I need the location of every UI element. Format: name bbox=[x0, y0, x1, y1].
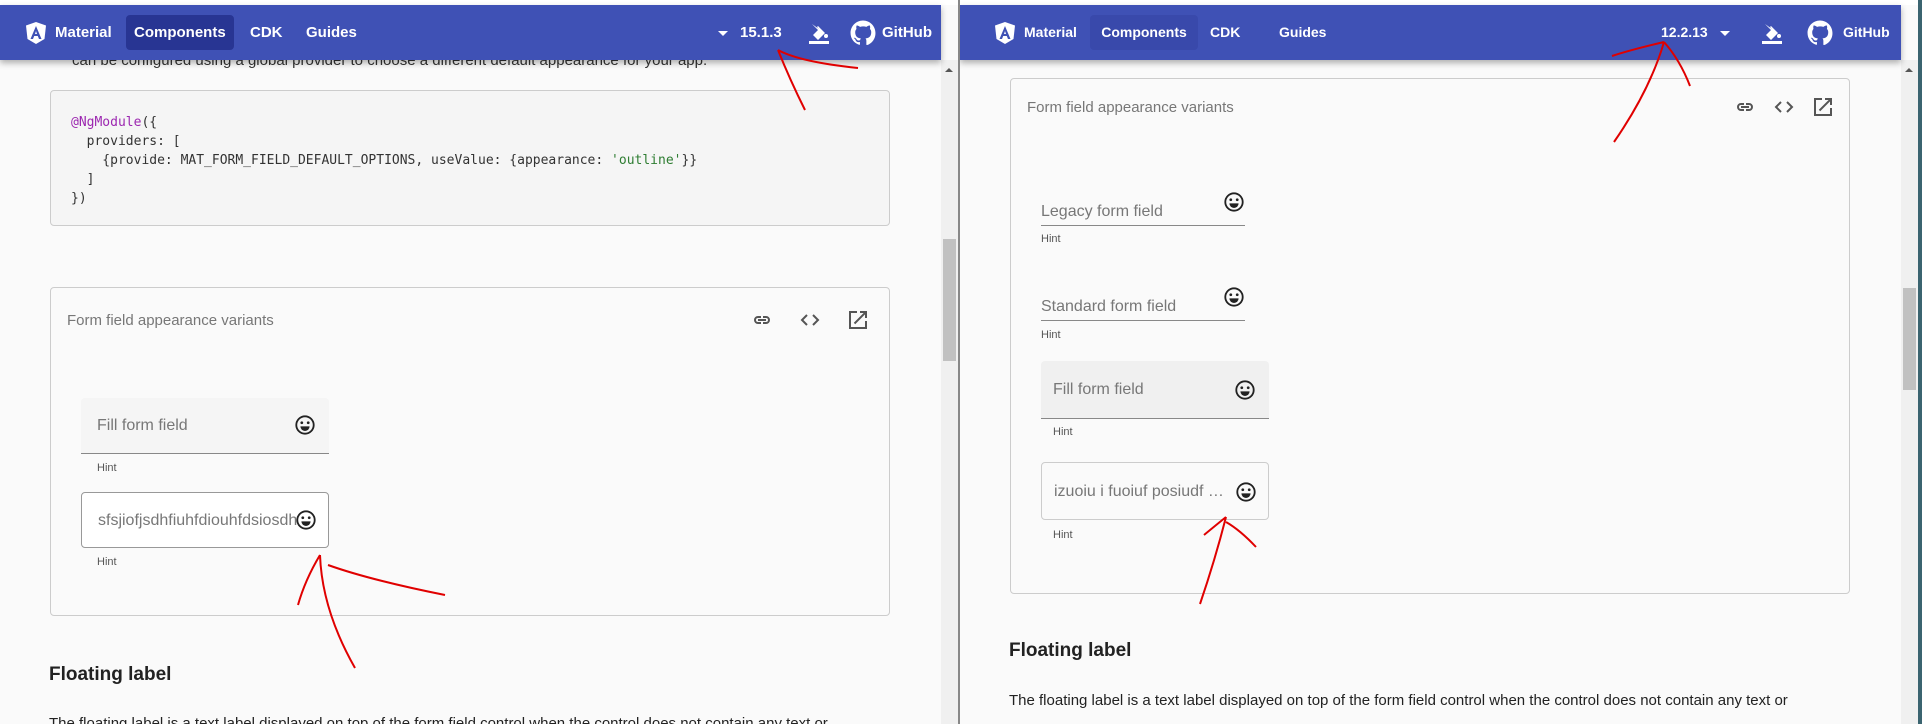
left-browser-pane: can be configured using a global provide… bbox=[0, 0, 958, 724]
field-hint: Hint bbox=[97, 462, 117, 474]
angular-logo-icon[interactable] bbox=[26, 22, 46, 44]
fill-form-field[interactable]: Fill form field bbox=[1041, 361, 1269, 419]
field-hint: Hint bbox=[1053, 426, 1073, 438]
brand-material-link[interactable]: Material bbox=[1016, 15, 1085, 50]
sentiment-very-satisfied-icon bbox=[1236, 482, 1256, 502]
sentiment-very-satisfied-icon bbox=[295, 415, 315, 435]
right-browser-pane: Material Components CDK Guides 12.2.13 G… bbox=[960, 0, 1918, 724]
field-label: Fill form field bbox=[1053, 381, 1144, 398]
version-dropdown-arrow-icon[interactable] bbox=[1720, 31, 1730, 36]
angular-logo-icon[interactable] bbox=[995, 22, 1015, 44]
scrollbar-thumb[interactable] bbox=[943, 239, 956, 361]
section-heading: Floating label bbox=[49, 664, 172, 685]
field-hint: Hint bbox=[1053, 529, 1073, 541]
version-selector[interactable]: 12.2.13 bbox=[1653, 15, 1716, 50]
scroll-up-arrow-icon[interactable] bbox=[945, 68, 953, 72]
nav-components[interactable]: Components bbox=[1090, 15, 1198, 50]
field-value[interactable]: sfsjiofjsdhfiuhfdiouhfdsiosdh bbox=[98, 512, 320, 530]
field-hint: Hint bbox=[1041, 233, 1061, 245]
nav-cdk[interactable]: CDK bbox=[242, 15, 291, 50]
github-link[interactable]: GitHub bbox=[1835, 15, 1898, 50]
sentiment-very-satisfied-icon bbox=[1235, 380, 1255, 400]
code-text: }} bbox=[681, 153, 698, 168]
section-paragraph: The floating label is a text label displ… bbox=[49, 715, 828, 724]
scrollbar-thumb[interactable] bbox=[1903, 288, 1916, 390]
link-icon[interactable] bbox=[1733, 95, 1757, 119]
field-label: Legacy form field bbox=[1041, 203, 1163, 220]
code-text: ({ bbox=[141, 115, 158, 130]
legacy-form-field[interactable]: Legacy form field bbox=[1041, 189, 1245, 226]
nav-components[interactable]: Components bbox=[126, 15, 234, 50]
github-link[interactable]: GitHub bbox=[874, 15, 940, 50]
code-icon[interactable] bbox=[1772, 95, 1796, 119]
fill-form-field[interactable]: Fill form field bbox=[81, 398, 329, 454]
version-dropdown-arrow-icon[interactable] bbox=[718, 31, 728, 36]
nav-guides[interactable]: Guides bbox=[1271, 15, 1334, 50]
code-text: }) bbox=[71, 191, 87, 206]
format-color-fill-icon[interactable] bbox=[1760, 21, 1784, 45]
window-edge bbox=[1918, 0, 1922, 724]
code-text: {provide: MAT_FORM_FIELD_DEFAULT_OPTIONS… bbox=[71, 153, 612, 168]
field-label: Fill form field bbox=[97, 417, 188, 434]
open-in-new-icon[interactable] bbox=[846, 308, 870, 332]
vertical-scrollbar[interactable] bbox=[941, 60, 958, 724]
section-heading: Floating label bbox=[1009, 640, 1132, 661]
code-icon[interactable] bbox=[798, 308, 822, 332]
example-title: Form field appearance variants bbox=[1027, 99, 1234, 116]
field-value[interactable]: izuoiu i fuoiuf posiudf p… bbox=[1054, 483, 1232, 501]
top-toolbar: Material Components CDK Guides 15.1.3 Gi… bbox=[0, 5, 941, 60]
code-snippet: @NgModule({ providers: [ {provide: MAT_F… bbox=[50, 90, 890, 226]
version-selector[interactable]: 15.1.3 bbox=[732, 15, 790, 50]
code-text: ] bbox=[71, 172, 95, 187]
field-label: Standard form field bbox=[1041, 298, 1177, 315]
nav-cdk[interactable]: CDK bbox=[1202, 15, 1248, 50]
field-hint: Hint bbox=[97, 556, 117, 568]
code-text: providers: [ bbox=[71, 134, 181, 149]
github-icon[interactable] bbox=[850, 20, 876, 46]
nav-guides[interactable]: Guides bbox=[298, 15, 365, 50]
top-toolbar: Material Components CDK Guides 12.2.13 G… bbox=[960, 5, 1901, 60]
outline-form-field[interactable]: sfsjiofjsdhfiuhfdiouhfdsiosdh bbox=[81, 492, 329, 548]
github-icon[interactable] bbox=[1807, 20, 1833, 46]
vertical-scrollbar[interactable] bbox=[1901, 60, 1918, 724]
brand-material-link[interactable]: Material bbox=[47, 15, 120, 50]
sentiment-very-satisfied-icon bbox=[1224, 192, 1244, 212]
example-card: Form field appearance variants Legacy fo… bbox=[1010, 78, 1850, 594]
example-title: Form field appearance variants bbox=[67, 312, 274, 329]
link-icon[interactable] bbox=[750, 308, 774, 332]
section-paragraph: The floating label is a text label displ… bbox=[1009, 692, 1788, 709]
outline-form-field[interactable]: izuoiu i fuoiuf posiudf p… bbox=[1041, 462, 1269, 520]
sentiment-very-satisfied-icon bbox=[296, 510, 316, 530]
format-color-fill-icon[interactable] bbox=[807, 21, 831, 45]
code-keyword: @NgModule bbox=[71, 115, 142, 130]
sentiment-very-satisfied-icon bbox=[1224, 287, 1244, 307]
standard-form-field[interactable]: Standard form field bbox=[1041, 282, 1245, 321]
code-string: 'outline' bbox=[611, 153, 682, 168]
scroll-up-arrow-icon[interactable] bbox=[1905, 68, 1913, 72]
field-hint: Hint bbox=[1041, 329, 1061, 341]
example-card: Form field appearance variants Fill form… bbox=[50, 287, 890, 616]
open-in-new-icon[interactable] bbox=[1811, 95, 1835, 119]
